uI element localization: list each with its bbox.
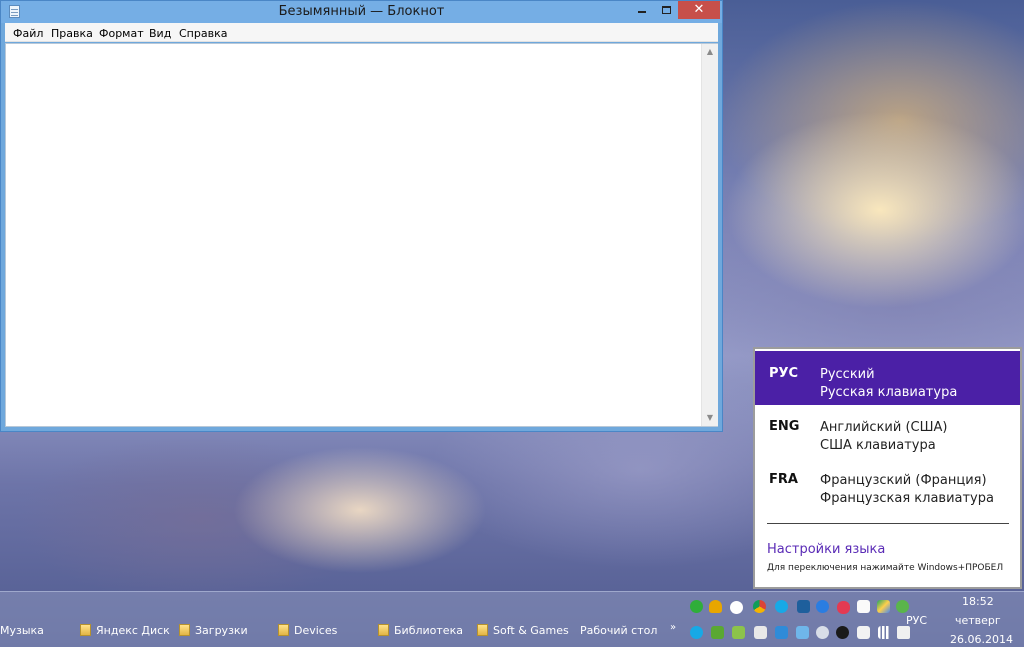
toolbar-item-music[interactable]: Музыка	[0, 624, 44, 640]
toolbar-overflow-chevron-icon[interactable]: »	[670, 622, 676, 633]
keyboard-icon[interactable]	[754, 626, 767, 639]
google-drive-icon[interactable]	[877, 600, 890, 613]
toolbar-item-label: Рабочий стол	[580, 624, 658, 637]
folder-icon	[477, 624, 488, 636]
scroll-up-arrow-icon[interactable]: ▲	[702, 44, 718, 60]
language-code: ENG	[769, 419, 800, 434]
toolbar-item-downloads[interactable]: Загрузки	[179, 624, 248, 640]
green-circle-icon[interactable]	[690, 600, 703, 613]
calendar-icon[interactable]	[775, 626, 788, 639]
language-name: Английский (США)	[820, 420, 948, 435]
close-button[interactable]: ✕	[678, 1, 720, 19]
language-code: РУС	[769, 366, 799, 381]
keyboard-layout-name: Французская клавиатура	[820, 491, 994, 506]
language-switcher-popup: РУС Русский Русская клавиатура ENG Англи…	[753, 347, 1022, 589]
minimize-icon	[638, 11, 646, 13]
toolbar-item-label: Библиотека	[394, 624, 463, 637]
bug-icon[interactable]	[836, 626, 849, 639]
toolbar-item-devices[interactable]: Devices	[278, 624, 337, 640]
teamviewer-icon[interactable]	[816, 600, 829, 613]
notepad-titlebar[interactable]: Безымянный — Блокнот ✕	[1, 1, 722, 23]
flag-icon[interactable]	[857, 626, 870, 639]
skype-tray-icon[interactable]	[690, 626, 703, 639]
toolbar-item-label: Загрузки	[195, 624, 248, 637]
input-language-indicator[interactable]: РУС	[906, 614, 927, 627]
language-name: Русский	[820, 367, 875, 382]
language-option-fra[interactable]: FRA Французский (Франция) Французская кл…	[755, 457, 1020, 511]
skype-icon[interactable]	[775, 600, 788, 613]
toolbar-item-label: Музыка	[0, 624, 44, 637]
window-icon[interactable]	[796, 626, 809, 639]
folder-icon	[80, 624, 91, 636]
menu-format[interactable]: Формат	[99, 27, 144, 40]
sync-icon[interactable]	[896, 600, 909, 613]
toolbar-item-library[interactable]: Библиотека	[378, 624, 463, 640]
toolbar-item-yandex-disk[interactable]: Яндекс Диск	[80, 624, 170, 640]
onedrive-cloud-icon[interactable]	[730, 601, 743, 614]
clock-date[interactable]: 26.06.2014	[950, 633, 1013, 646]
language-switch-hint: Для переключения нажимайте Windows+ПРОБЕ…	[767, 563, 1004, 573]
folder-icon	[179, 624, 190, 636]
language-name: Французский (Франция)	[820, 473, 987, 488]
window-title: Безымянный — Блокнот	[278, 4, 445, 19]
keyboard-layout-name: Русская клавиатура	[820, 385, 958, 400]
toolbar-item-soft-games[interactable]: Soft & Games	[477, 624, 569, 640]
close-icon: ✕	[693, 2, 705, 17]
clock-time[interactable]: 18:52	[962, 595, 994, 608]
language-option-eng[interactable]: ENG Английский (США) США клавиатура	[755, 404, 1020, 458]
white-square-icon[interactable]	[857, 600, 870, 613]
network-adapter-icon[interactable]	[797, 600, 810, 613]
toolbar-item-label: Soft & Games	[493, 624, 569, 637]
maximize-button[interactable]	[654, 1, 678, 19]
folder-icon	[278, 624, 289, 636]
language-code: FRA	[769, 472, 798, 487]
notepad-window: Безымянный — Блокнот ✕ Файл Правка Форма…	[0, 0, 723, 432]
signal-bars-icon[interactable]	[878, 626, 891, 639]
yandex-disk-icon[interactable]	[709, 600, 722, 613]
checkmark-icon[interactable]	[732, 626, 745, 639]
lips-icon[interactable]	[837, 601, 850, 614]
keyboard-layout-name: США клавиатура	[820, 438, 936, 453]
menu-help[interactable]: Справка	[179, 27, 227, 40]
menu-bar: Файл Правка Формат Вид Справка	[5, 23, 718, 42]
toolbar-item-label: Devices	[294, 624, 338, 637]
menu-view[interactable]: Вид	[149, 27, 171, 40]
utorrent-icon[interactable]	[711, 626, 724, 639]
divider	[767, 523, 1009, 524]
text-editor-area[interactable]	[5, 43, 718, 427]
volume-icon[interactable]	[897, 626, 910, 639]
bluetooth-icon[interactable]	[816, 626, 829, 639]
toolbar-item-desktop[interactable]: Рабочий стол	[580, 624, 657, 640]
menu-file[interactable]: Файл	[13, 27, 43, 40]
menu-edit[interactable]: Правка	[51, 27, 93, 40]
maximize-icon	[661, 6, 671, 14]
clock-day[interactable]: четверг	[955, 614, 1001, 627]
language-settings-link[interactable]: Настройки языка	[767, 542, 885, 557]
taskbar: Музыка Яндекс Диск Загрузки Devices Библ…	[0, 591, 1024, 647]
chrome-icon[interactable]	[753, 600, 766, 613]
minimize-button[interactable]	[630, 1, 654, 19]
vertical-scrollbar[interactable]: ▲ ▼	[701, 44, 718, 426]
folder-icon	[378, 624, 389, 636]
language-option-rus[interactable]: РУС Русский Русская клавиатура	[755, 351, 1020, 405]
toolbar-item-label: Яндекс Диск	[96, 624, 170, 637]
scroll-down-arrow-icon[interactable]: ▼	[702, 410, 718, 426]
